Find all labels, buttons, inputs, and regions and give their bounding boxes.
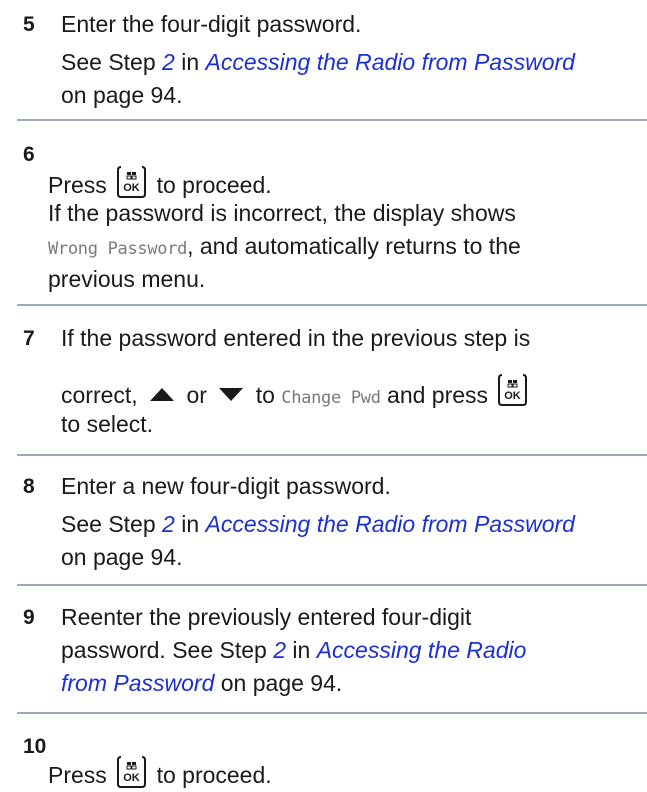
cross-reference-link-continued[interactable]: from Password <box>61 670 214 696</box>
procedure-page: 5 Enter the four-digit password. See Ste… <box>0 0 647 790</box>
up-arrow-icon <box>150 388 175 401</box>
text-span: to proceed. <box>156 172 272 198</box>
step-6-line-3: Wrong Password, and automatically return… <box>48 230 634 266</box>
separator <box>17 119 647 121</box>
text-span: to proceed. <box>156 762 272 788</box>
step-9-line-3: from Password on page 94. <box>61 667 647 700</box>
ok-menu-button-icon: OK <box>497 373 528 407</box>
text-span: to <box>255 382 275 408</box>
ok-menu-button-icon: OK <box>116 755 147 789</box>
step-5-line-3: on page 94. <box>61 82 183 108</box>
text-span: See Step <box>61 49 163 75</box>
separator <box>17 304 647 306</box>
text-span: correct, <box>61 382 138 408</box>
svg-text:OK: OK <box>123 772 140 784</box>
svg-text:OK: OK <box>505 390 522 402</box>
text-span: on page 94. <box>214 670 343 696</box>
step-number: 8 <box>23 475 35 498</box>
ok-menu-button-icon: OK <box>116 165 147 199</box>
step-9-line-2: password. See Step 2 in Accessing the Ra… <box>61 634 647 667</box>
text-span: or <box>186 382 207 408</box>
menu-item-name: Change Pwd <box>281 388 381 408</box>
step-9-line-1: Reenter the previously entered four-digi… <box>61 604 472 630</box>
step-link[interactable]: 2 <box>273 637 286 663</box>
step-number: 7 <box>23 327 35 350</box>
display-message: Wrong Password <box>48 239 188 259</box>
step-8-line-2: See Step 2 in Accessing the Radio from P… <box>61 508 647 541</box>
separator <box>17 584 647 586</box>
separator <box>17 712 647 714</box>
step-number: 5 <box>23 13 35 36</box>
step-8-line-3: on page 94. <box>61 544 183 570</box>
separator <box>17 454 647 456</box>
text-span: See Step <box>61 511 163 537</box>
text-span: Press <box>48 762 107 788</box>
step-number: 6 <box>23 143 35 166</box>
step-8-line-1: Enter a new four-digit password. <box>61 473 391 499</box>
cross-reference-link[interactable]: Accessing the Radio from Password <box>206 49 575 75</box>
step-10-line-1: Press OK to proceed. <box>48 755 634 792</box>
down-arrow-icon <box>219 388 244 401</box>
step-7-line-3: to select. <box>61 411 154 437</box>
step-link[interactable]: 2 <box>162 49 175 75</box>
cross-reference-link[interactable]: Accessing the Radio from Password <box>206 511 575 537</box>
cross-reference-link[interactable]: Accessing the Radio <box>317 637 527 663</box>
step-6-line-2: If the password is incorrect, the displa… <box>48 200 516 226</box>
text-span: password. See Step <box>61 637 274 663</box>
step-5-line-2: See Step 2 in Accessing the Radio from P… <box>61 46 647 79</box>
text-span: in <box>174 49 206 75</box>
step-link[interactable]: 2 <box>162 511 175 537</box>
text-span: in <box>286 637 317 663</box>
step-number: 9 <box>23 606 35 629</box>
text-span: in <box>174 511 206 537</box>
svg-text:OK: OK <box>123 182 140 194</box>
step-7-line-1: If the password entered in the previous … <box>61 325 531 351</box>
text-span: , and automatically returns to the <box>187 233 521 259</box>
step-5-line-1: Enter the four-digit password. <box>61 11 362 37</box>
step-6-line-4: previous menu. <box>48 266 206 292</box>
step-number: 10 <box>23 735 47 758</box>
text-span: Press <box>48 172 107 198</box>
text-span: and press <box>387 382 489 408</box>
